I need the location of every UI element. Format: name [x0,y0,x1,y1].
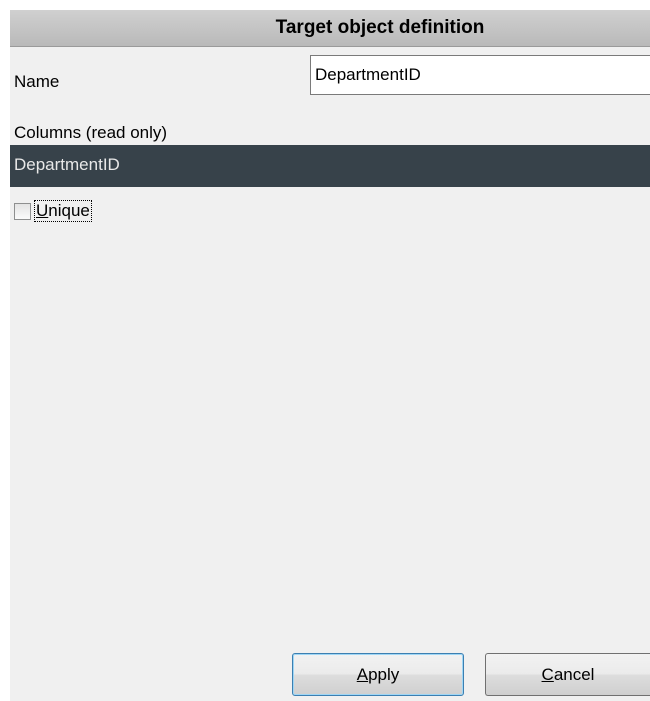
columns-list[interactable]: DepartmentID [10,145,650,187]
apply-button[interactable]: Apply [292,653,464,696]
panel-header: Target object definition [10,10,650,47]
cancel-button[interactable]: Cancel [485,653,650,696]
cancel-label-rest: ancel [553,664,595,684]
target-object-definition-panel: Target object definition Name Columns (r… [10,10,650,701]
name-label: Name [14,72,60,91]
unique-option[interactable]: Unique [14,200,92,222]
unique-accelerator: U [36,201,49,220]
apply-label-rest: pply [368,664,400,684]
unique-checkbox[interactable] [14,202,31,220]
name-field[interactable] [310,55,650,95]
unique-label-rest: nique [48,201,90,220]
cancel-accelerator: C [541,664,554,684]
unique-checkbox-label[interactable]: Unique [34,200,92,222]
column-list-item[interactable]: DepartmentID [14,155,120,175]
columns-label: Columns (read only) [14,123,168,142]
apply-accelerator: A [356,664,369,684]
panel-title: Target object definition [275,17,485,38]
